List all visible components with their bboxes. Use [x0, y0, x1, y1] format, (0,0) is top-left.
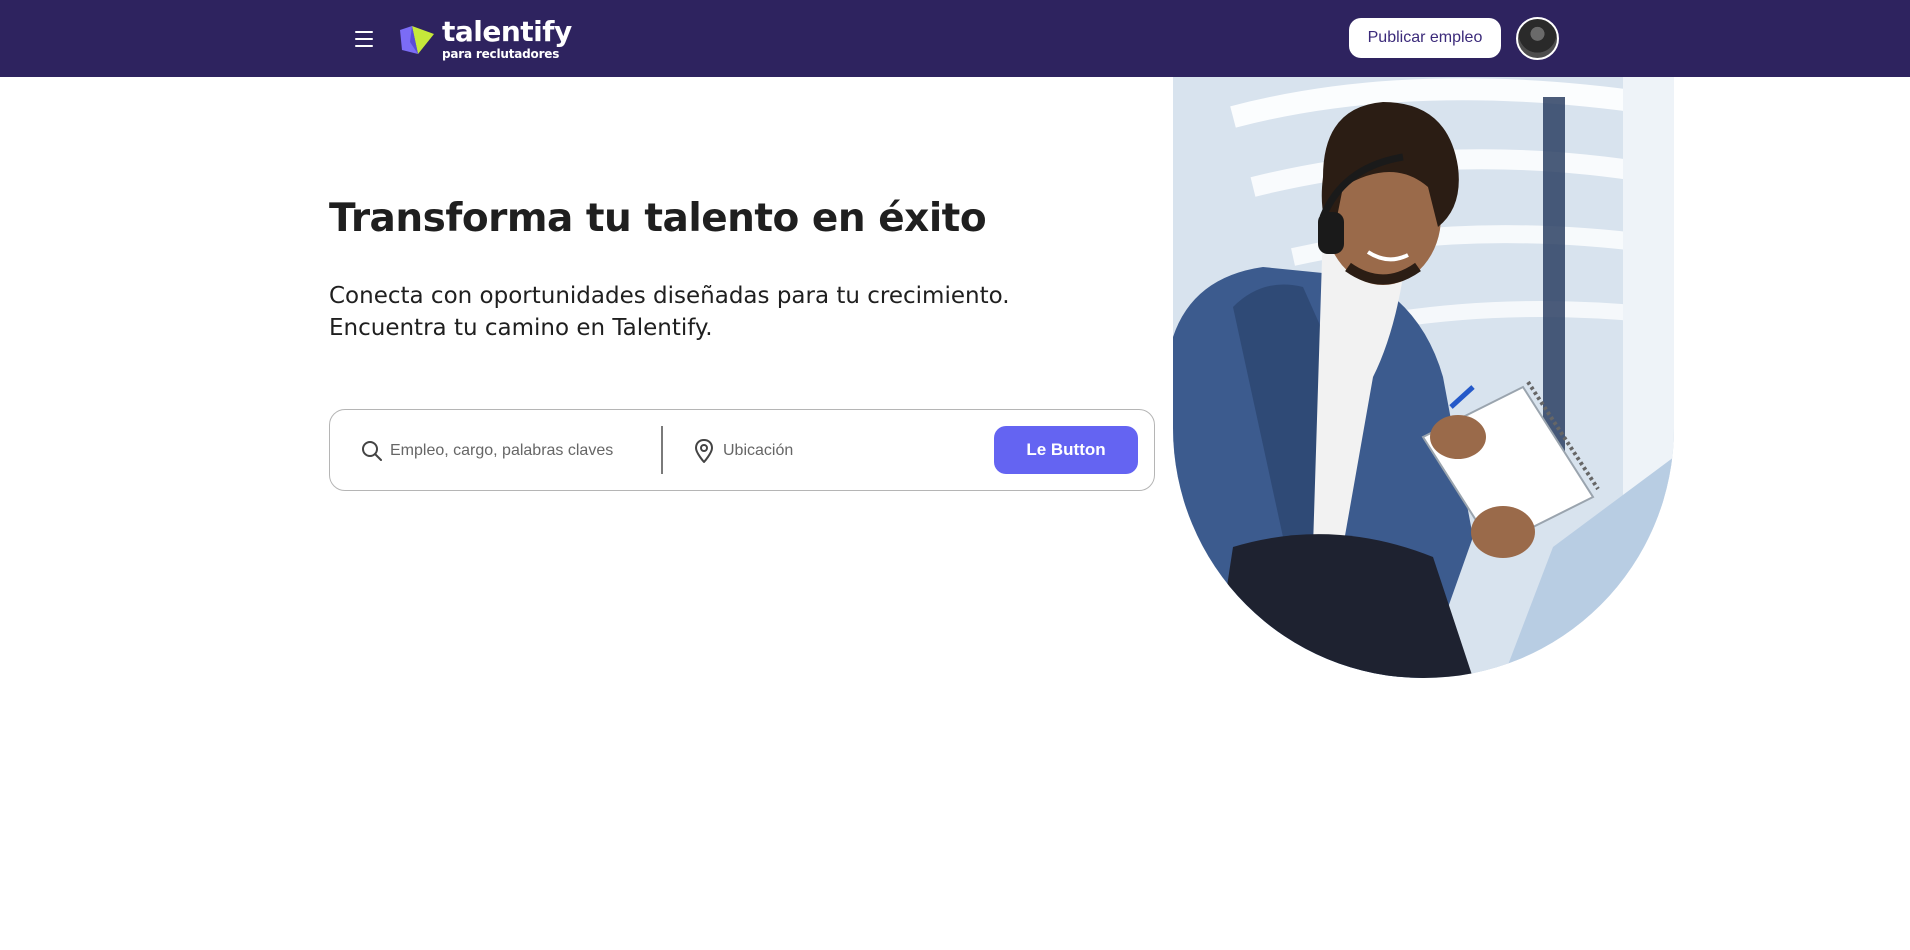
user-avatar[interactable]: [1516, 17, 1559, 60]
hero-photo-illustration: [1173, 77, 1674, 678]
search-divider: [661, 426, 663, 474]
search-icon: [362, 441, 382, 461]
hamburger-menu-icon[interactable]: [352, 27, 376, 51]
hero-subtitle: Conecta con oportunidades diseñadas para…: [329, 280, 1089, 344]
hero-subtitle-line-2: Encuentra tu camino en Talentify.: [329, 315, 713, 341]
talentify-logo-mark-icon: [400, 26, 434, 54]
hero-subtitle-line-1: Conecta con oportunidades diseñadas para…: [329, 283, 1010, 309]
location-input[interactable]: [723, 434, 973, 468]
logo-name: talentify: [442, 15, 572, 48]
keyword-search-input[interactable]: [390, 434, 650, 468]
logo-subtitle: para reclutadores: [442, 47, 560, 61]
job-search-bar: Le Button: [329, 409, 1155, 491]
search-button[interactable]: Le Button: [994, 426, 1138, 474]
hero-photo: [1173, 77, 1674, 678]
publish-job-button[interactable]: Publicar empleo: [1349, 18, 1501, 58]
logo-text: talentify para reclutadores: [442, 15, 572, 61]
location-pin-icon: [695, 439, 713, 463]
talentify-logo[interactable]: talentify para reclutadores: [398, 16, 572, 62]
hero-title: Transforma tu talento en éxito: [329, 196, 987, 241]
top-navigation-bar: talentify para reclutadores Publicar emp…: [0, 0, 1910, 77]
